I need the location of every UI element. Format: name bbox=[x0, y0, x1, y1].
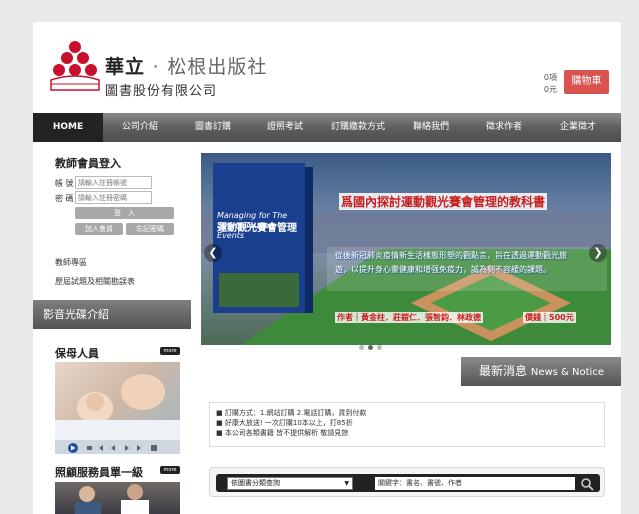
account-input[interactable] bbox=[75, 176, 152, 189]
nav-authors[interactable]: 徵求作者 bbox=[467, 113, 541, 142]
carousel-dot-2[interactable] bbox=[368, 345, 373, 350]
carousel-dot-1[interactable] bbox=[359, 345, 364, 350]
video-controls[interactable] bbox=[55, 440, 180, 454]
banner-description: 從後新冠肺炎疫情新生活樣態形塑的觀點言，旨在透過運動觀光旅遊，以提升身心靈健康和… bbox=[335, 251, 567, 274]
news-title-en: News & Notice bbox=[530, 367, 604, 378]
cart-total: 0元 bbox=[543, 85, 557, 94]
password-label: 密 碼 bbox=[55, 194, 74, 203]
search-icon[interactable] bbox=[579, 476, 595, 492]
page: 華立 · 松根出版社 圖書股份有限公司 0項 0元 購物車 HOME 公司介紹 … bbox=[33, 22, 621, 514]
more-button-care-worker[interactable]: more bbox=[160, 466, 180, 474]
nav-home[interactable]: HOME bbox=[33, 113, 103, 142]
banner-authors: 作者｜黃金柱．莊鎧仁．張智鈞．林政德 bbox=[335, 312, 483, 323]
section-care-worker-title[interactable]: 照顧服務員單一級 bbox=[55, 464, 143, 480]
chevron-down-icon: ▼ bbox=[344, 480, 349, 487]
carousel-dot-3[interactable] bbox=[377, 345, 382, 350]
section-nanny-title[interactable]: 保母人員 bbox=[55, 345, 99, 361]
nav-careers[interactable]: 企業徵才 bbox=[541, 113, 615, 142]
nav-about[interactable]: 公司介紹 bbox=[103, 113, 177, 142]
more-button-nanny[interactable]: more bbox=[160, 347, 180, 355]
nav-books[interactable]: 圖書訂購 bbox=[177, 113, 249, 142]
stop-icon bbox=[87, 446, 92, 450]
nav-exams[interactable]: 證照考試 bbox=[249, 113, 321, 142]
rewind-icon bbox=[99, 445, 103, 451]
logo-icon[interactable] bbox=[47, 38, 103, 94]
news-header: 最新消息 News & Notice bbox=[461, 357, 621, 386]
banner-price: 價錢｜500元 bbox=[523, 312, 576, 323]
news-item[interactable]: ■ 訂購方式：1.網站訂購 2.電話訂購，貨到付款 bbox=[216, 408, 604, 418]
login-button[interactable]: 登 入 bbox=[75, 207, 174, 219]
category-select[interactable]: 依圖書分類查詢 ▼ bbox=[227, 477, 353, 490]
password-input[interactable] bbox=[75, 191, 152, 204]
brand-name[interactable]: 華立 · 松根出版社 bbox=[105, 52, 267, 79]
main-nav: HOME 公司介紹 圖書訂購 證照考試 訂購繳款方式 聯絡我們 徵求作者 企業徵… bbox=[33, 113, 621, 142]
nav-contact[interactable]: 聯絡我們 bbox=[395, 113, 467, 142]
cart-item-count: 0項 bbox=[543, 73, 557, 82]
past-exams-link[interactable]: 歷屆試題及相關勘誤表 bbox=[55, 276, 135, 287]
news-list: ■ 訂購方式：1.網站訂購 2.電話訂購，貨到付款 ■ 好康大放送! 一次訂購1… bbox=[209, 402, 605, 447]
prev-slide-icon[interactable]: ❮ bbox=[204, 244, 222, 262]
teacher-zone-link[interactable]: 教師專區 bbox=[55, 257, 87, 268]
carousel-dots bbox=[359, 335, 386, 354]
keyword-input[interactable]: 關鍵字：書名、書號、作者 bbox=[375, 477, 575, 490]
brand-dot: · bbox=[152, 56, 160, 78]
promo-banner[interactable]: Managing for The Sports Tourism Events 運… bbox=[201, 153, 611, 345]
news-item[interactable]: ■ 好康大放送! 一次訂購10本以上，打85折 bbox=[216, 418, 604, 428]
search-bar: 依圖書分類查詢 ▼ 關鍵字：書名、書號、作者 bbox=[209, 467, 605, 497]
category-select-value: 依圖書分類查詢 bbox=[231, 479, 280, 487]
join-member-button[interactable]: 加入會員 bbox=[75, 223, 123, 235]
next-slide-icon[interactable]: ❯ bbox=[589, 244, 607, 262]
news-item[interactable]: ■ 本公司各類書籍 皆不提供解析 敬請見諒 bbox=[216, 428, 604, 438]
banner-headline: 爲國內探討運動觀光賽會管理的教科書 bbox=[339, 193, 548, 210]
cart-button[interactable]: 購物車 bbox=[564, 70, 609, 94]
care-worker-thumbnail[interactable] bbox=[55, 482, 180, 514]
news-title-zh: 最新消息 bbox=[479, 364, 528, 378]
brand-main-text: 華立 bbox=[105, 56, 146, 78]
video-player[interactable] bbox=[55, 362, 180, 454]
forward-icon bbox=[125, 445, 129, 451]
forgot-password-button[interactable]: 忘記密碼 bbox=[126, 223, 174, 235]
account-label: 帳 號 bbox=[55, 179, 74, 188]
book-title-zh: 運動觀光賽會管理 bbox=[217, 223, 297, 234]
volume-icon bbox=[151, 445, 157, 451]
brand-publisher: 松根出版社 bbox=[167, 56, 268, 78]
media-section-header: 影音光碟介紹 bbox=[33, 300, 191, 329]
nav-payment[interactable]: 訂購繳款方式 bbox=[321, 113, 395, 142]
brand-subtitle: 圖書股份有限公司 bbox=[105, 84, 218, 99]
login-title: 教師會員登入 bbox=[55, 157, 121, 170]
cart-summary: 0項 0元 bbox=[543, 72, 557, 96]
